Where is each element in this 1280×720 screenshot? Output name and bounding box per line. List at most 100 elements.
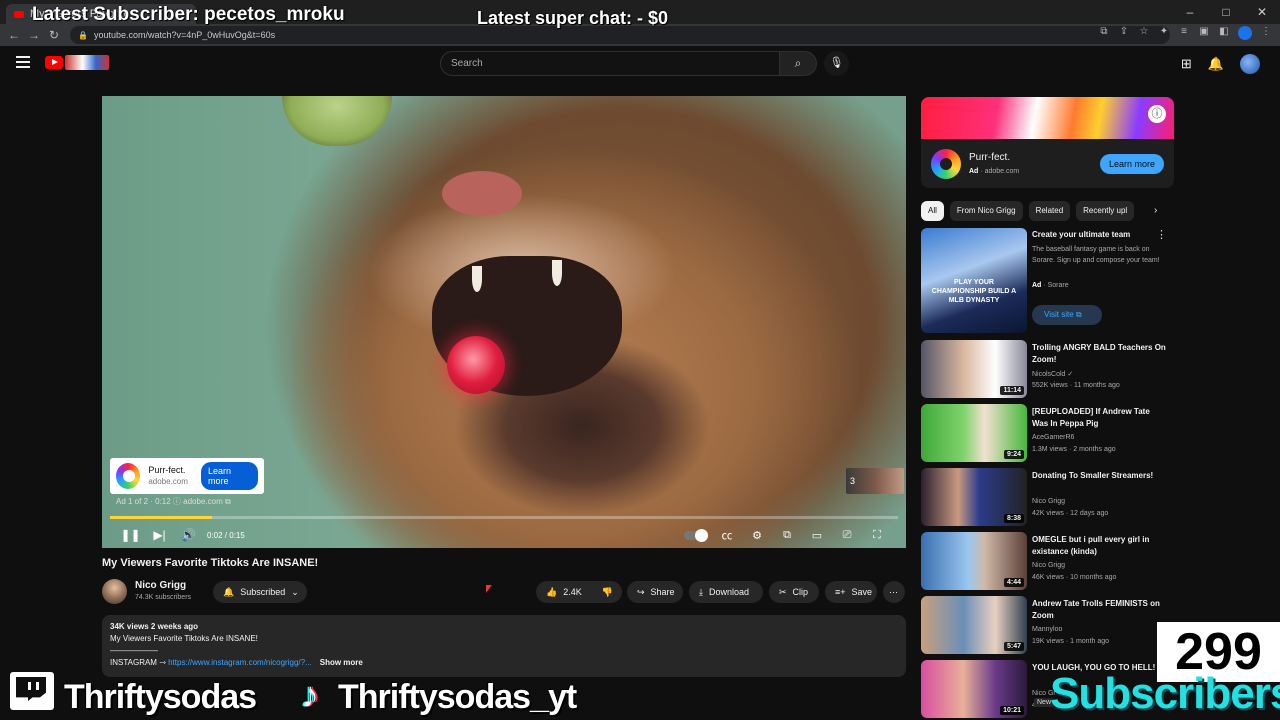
video-thumbnail[interactable]: 8:38 — [921, 468, 1027, 526]
settings-gear-icon[interactable]: ⚙ — [742, 529, 772, 542]
cast-icon[interactable]: ⎚ — [832, 529, 862, 542]
chip-related[interactable]: Related — [1028, 201, 1071, 221]
browser-menu-icon[interactable]: ⋮ — [1260, 26, 1272, 40]
menu-icon[interactable] — [16, 56, 30, 71]
channel-name[interactable]: NicolsCold ✓ — [1032, 370, 1073, 378]
share-page-icon[interactable]: ⇪ — [1118, 26, 1130, 40]
description-line-instagram: INSTAGRAM ⇾ https://www.instagram.com/ni… — [110, 657, 898, 669]
like-dislike-group: 👍 2.4K 👎 — [536, 581, 622, 603]
like-icon[interactable]: 👍 — [546, 587, 557, 598]
channel-name[interactable]: Nico Grigg — [1032, 498, 1065, 505]
subscribe-button[interactable]: 🔔 Subscribed ⌄ — [213, 581, 307, 603]
video-player[interactable]: Purr-fect. adobe.com Learn more Ad 1 of … — [102, 96, 906, 548]
sidebar-ad-domain-line: Ad · adobe.com — [969, 168, 1020, 175]
fullscreen-icon[interactable]: ⛶ — [862, 529, 892, 542]
sidebar-ad-companion[interactable]: ⓘ Purr-fect. Ad · adobe.com Learn more — [921, 97, 1174, 188]
pause-icon[interactable]: ❚❚ — [116, 528, 145, 542]
instagram-link[interactable]: https://www.instagram.com/nicogrigg/?... — [168, 658, 312, 667]
sidebar-learn-more-button[interactable]: Learn more — [1099, 154, 1164, 174]
close-icon[interactable]: ✕ — [1244, 0, 1280, 24]
channel-name[interactable]: Nico Grigg — [1032, 562, 1065, 569]
chevron-right-icon[interactable]: › — [1154, 205, 1157, 216]
description-divider: —————— — [110, 646, 158, 655]
video-title-link[interactable]: Trolling ANGRY BALD Teachers On Zoom! — [1032, 342, 1168, 366]
description-box[interactable]: 34K views 2 weeks ago My Viewers Favorit… — [102, 615, 906, 677]
volume-icon[interactable]: 🔊 — [174, 528, 203, 542]
more-actions-button[interactable]: ⋯ — [883, 581, 905, 603]
show-more-button[interactable]: Show more — [320, 658, 363, 667]
account-avatar[interactable] — [1240, 54, 1260, 74]
progress-bar[interactable] — [110, 516, 898, 519]
miniplayer-icon[interactable]: ⧉ — [772, 529, 802, 542]
video-title-link[interactable]: [REUPLOADED] If Andrew Tate Was In Peppa… — [1032, 406, 1168, 430]
captions-icon[interactable]: ㏄ — [712, 527, 742, 543]
sidepanel-icon[interactable]: ◧ — [1218, 26, 1230, 40]
tiktok-handle-overlay: Thriftysodas_yt — [338, 678, 577, 716]
list-item[interactable]: 8:38 Donating To Smaller Streamers! Nico… — [921, 468, 1171, 526]
chip-recently-uploaded[interactable]: Recently upl — [1076, 201, 1135, 221]
chip-all[interactable]: All — [921, 201, 944, 221]
list-item[interactable]: 4:44 OMEGLE but i pull every girl in exi… — [921, 532, 1171, 590]
channel-avatar[interactable] — [102, 579, 127, 604]
sponsored-title[interactable]: Create your ultimate team — [1032, 230, 1130, 239]
video-thumbnail[interactable]: 11:14 — [921, 340, 1027, 398]
like-count[interactable]: 2.4K — [563, 587, 582, 597]
video-thumbnail[interactable]: 9:24 — [921, 404, 1027, 462]
video-title-link[interactable]: Andrew Tate Trolls FEMINISTS on Zoom — [1032, 598, 1168, 622]
maximize-icon[interactable]: □ — [1208, 0, 1244, 24]
list-item[interactable]: 9:24 [REUPLOADED] If Andrew Tate Was In … — [921, 404, 1171, 462]
tiktok-logo-icon: ♪ — [301, 674, 319, 715]
visit-site-button[interactable]: Visit site ⧉ — [1032, 305, 1102, 325]
info-icon[interactable]: ⓘ — [1148, 105, 1166, 123]
clip-button[interactable]: ✂ Clip — [769, 581, 819, 603]
media-icon[interactable]: ≡ — [1178, 26, 1190, 40]
download-icon: ⤓ — [699, 586, 703, 597]
chevron-down-icon: ⌄ — [291, 586, 299, 597]
back-icon[interactable]: ← — [4, 28, 24, 42]
browser-profile-icon[interactable] — [1238, 26, 1252, 40]
extension-puzzle-icon[interactable]: ✦ — [1158, 26, 1170, 40]
extensions-icon[interactable]: ▣ — [1198, 26, 1210, 40]
video-thumbnail[interactable]: 5:47 — [921, 596, 1027, 654]
sponsored-recommendation[interactable]: PLAY YOUR CHAMPIONSHIP BUILD A MLB DYNAS… — [921, 228, 1171, 333]
theater-mode-icon[interactable]: ▭ — [802, 529, 832, 542]
chip-from-channel[interactable]: From Nico Grigg — [949, 201, 1023, 221]
sponsored-thumbnail[interactable]: PLAY YOUR CHAMPIONSHIP BUILD A MLB DYNAS… — [921, 228, 1027, 333]
video-thumbnail[interactable]: 4:44 — [921, 532, 1027, 590]
save-button[interactable]: ≡+ Save — [825, 581, 877, 603]
ad-queue-thumbnails[interactable]: 3 — [846, 468, 904, 494]
channel-name[interactable]: Nico Grigg — [135, 580, 186, 591]
channel-name[interactable]: AceGamerR6 — [1032, 434, 1074, 441]
bookmark-star-icon[interactable]: ☆ — [1138, 26, 1150, 40]
player-ad-card[interactable]: Purr-fect. adobe.com Learn more — [110, 458, 264, 494]
list-item[interactable]: 11:14 Trolling ANGRY BALD Teachers On Zo… — [921, 340, 1171, 398]
autoplay-toggle[interactable] — [684, 528, 708, 542]
list-item[interactable]: 5:47 Andrew Tate Trolls FEMINISTS on Zoo… — [921, 596, 1171, 654]
twitch-handle-overlay: Thriftysodas — [64, 678, 257, 716]
video-title-link[interactable]: OMEGLE but i pull every girl in existanc… — [1032, 534, 1168, 558]
share-icon: ↪ — [637, 586, 645, 597]
download-button[interactable]: ⤓ Download — [689, 581, 763, 603]
minimize-icon[interactable]: – — [1172, 0, 1208, 24]
save-label: Save — [851, 587, 873, 597]
ad-learn-more-button[interactable]: Learn more — [200, 462, 258, 490]
more-vertical-icon[interactable]: ⋮ — [1156, 228, 1167, 241]
create-video-icon[interactable]: ⊞ — [1181, 56, 1192, 72]
search-button[interactable]: ⌕ — [779, 51, 817, 76]
share-button[interactable]: ↪ Share — [627, 581, 683, 603]
voice-search-button[interactable]: 🎙 — [824, 51, 849, 76]
notifications-bell-icon[interactable]: 🔔 — [1208, 56, 1224, 72]
channel-name[interactable]: Mannyloo — [1032, 626, 1062, 633]
reload-icon[interactable]: ↻ — [44, 28, 64, 42]
next-icon[interactable]: ▶| — [145, 528, 174, 542]
dislike-icon[interactable]: 👎 — [602, 587, 613, 598]
video-thumbnail[interactable]: 10:21 — [921, 660, 1027, 718]
youtube-doodle-logo[interactable] — [65, 55, 109, 70]
youtube-logo-icon[interactable] — [45, 56, 63, 69]
open-in-app-icon[interactable]: ⧉ — [1098, 26, 1110, 40]
visit-site-label: Visit site — [1044, 310, 1074, 319]
forward-icon[interactable]: → — [24, 28, 44, 42]
search-input[interactable]: Search — [440, 51, 780, 76]
video-title-link[interactable]: Donating To Smaller Streamers! — [1032, 470, 1168, 482]
instagram-label: INSTAGRAM ⇾ — [110, 658, 169, 667]
